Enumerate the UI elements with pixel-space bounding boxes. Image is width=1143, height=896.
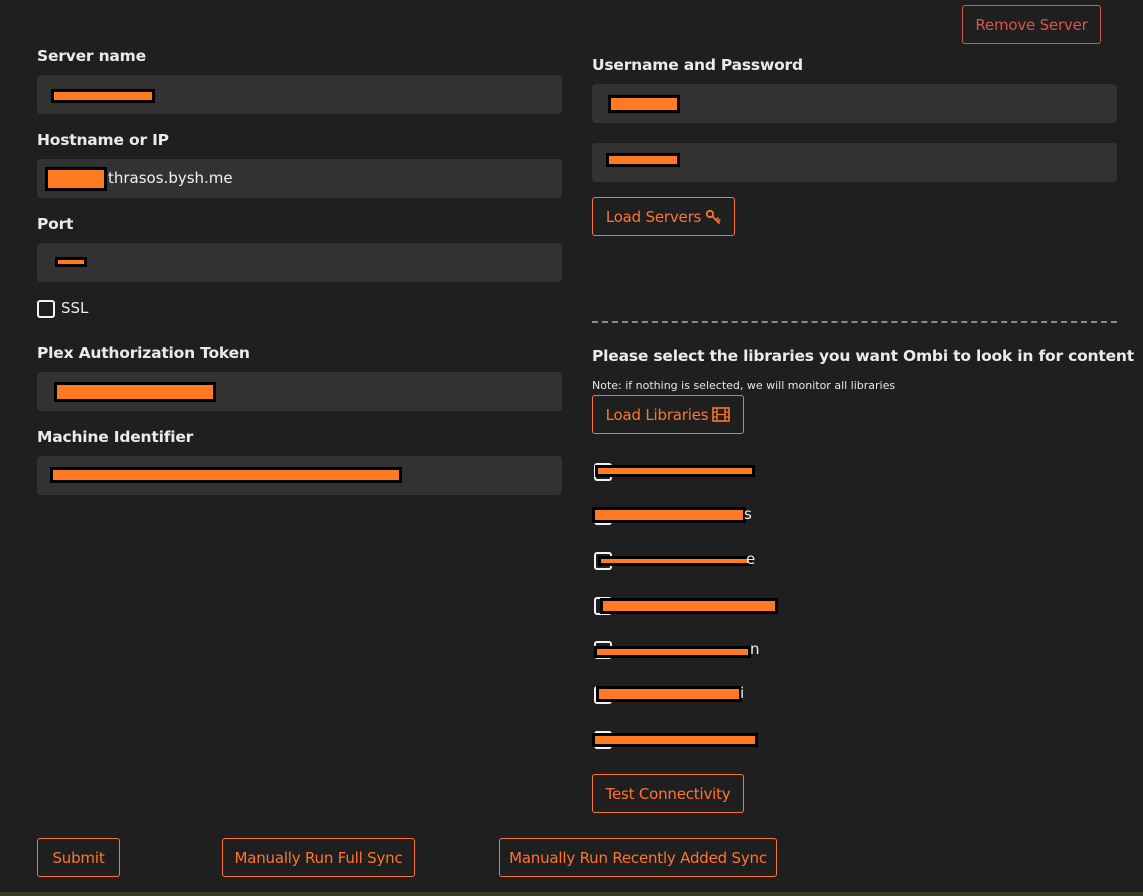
redacted-library-name [600, 598, 778, 614]
footer-edge [0, 892, 1143, 896]
redacted-library-name [592, 507, 746, 523]
redacted-machine-id [50, 467, 402, 483]
libraries-heading: Please select the libraries you want Omb… [592, 347, 1134, 365]
redacted-port [55, 257, 87, 267]
port-input[interactable] [37, 243, 562, 282]
hostname-value: thrasos.bysh.me [108, 169, 233, 187]
load-servers-label: Load Servers [605, 207, 702, 226]
test-connectivity-button[interactable]: Test Connectivity [592, 774, 744, 813]
libraries-note: Note: if nothing is selected, we will mo… [592, 379, 896, 392]
library-name-tail: n [750, 640, 760, 658]
redacted-server-name [51, 89, 155, 103]
section-divider [592, 321, 1117, 323]
load-libraries-label: Load Libraries [605, 405, 709, 424]
redacted-library-name [596, 686, 742, 702]
plex-token-input[interactable] [37, 372, 562, 411]
full-sync-button[interactable]: Manually Run Full Sync [222, 838, 415, 877]
username-input[interactable] [592, 84, 1117, 123]
hostname-input[interactable]: thrasos.bysh.me [37, 159, 562, 198]
machine-id-label: Machine Identifier [37, 428, 194, 446]
library-name-tail: s [744, 505, 752, 523]
library-name-tail: e [746, 550, 756, 568]
load-libraries-button[interactable]: Load Libraries [592, 395, 744, 434]
load-servers-button[interactable]: Load Servers [592, 197, 735, 236]
redacted-library-name [595, 465, 755, 477]
server-name-input[interactable] [37, 75, 562, 114]
submit-button[interactable]: Submit [37, 838, 120, 877]
redacted-library-name [598, 556, 752, 566]
redacted-password [606, 153, 680, 167]
film-icon [712, 407, 731, 422]
password-input[interactable] [592, 143, 1117, 182]
ssl-label: SSL [61, 299, 89, 317]
hostname-label: Hostname or IP [37, 131, 169, 149]
plex-token-label: Plex Authorization Token [37, 344, 250, 362]
ssl-checkbox[interactable] [37, 300, 55, 318]
recent-sync-button[interactable]: Manually Run Recently Added Sync [499, 838, 777, 877]
key-icon [706, 209, 721, 224]
redacted-library-name [594, 646, 751, 658]
port-label: Port [37, 215, 74, 233]
remove-server-button[interactable]: Remove Server [962, 5, 1101, 44]
credentials-label: Username and Password [592, 56, 803, 74]
redacted-username [608, 95, 680, 113]
library-name-tail: i [740, 684, 745, 702]
machine-id-input[interactable] [37, 456, 562, 495]
redacted-library-name [592, 733, 758, 747]
server-name-label: Server name [37, 47, 146, 65]
redacted-hostname-prefix [45, 167, 107, 191]
redacted-plex-token [54, 382, 216, 402]
